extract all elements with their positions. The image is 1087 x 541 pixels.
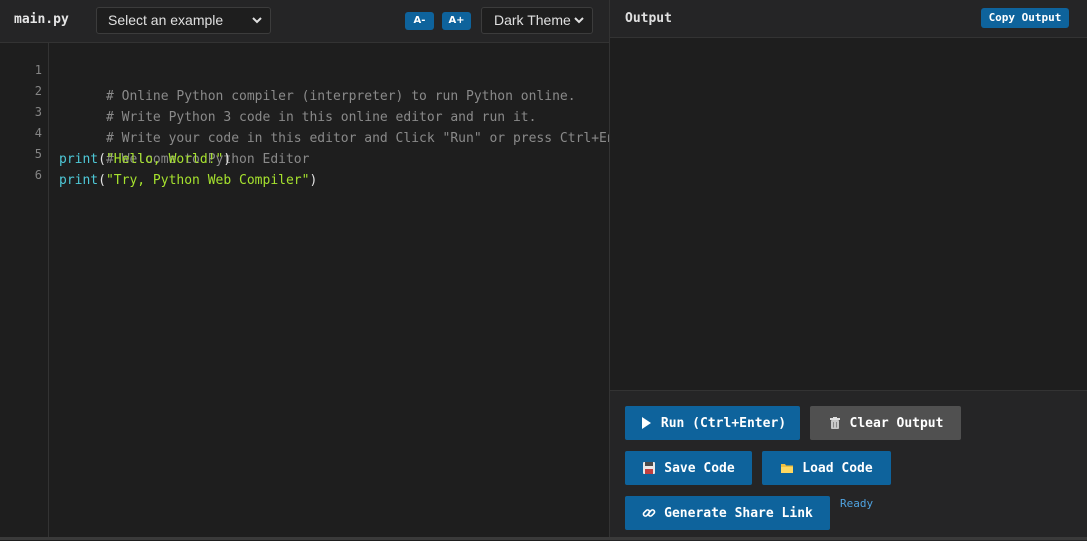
example-select-value: Select an example (108, 12, 224, 28)
code-paren: ( (98, 173, 106, 188)
line-number: 2 (34, 84, 42, 98)
copy-output-button[interactable]: Copy Output (981, 8, 1069, 28)
theme-select-value: Dark Theme (494, 12, 571, 28)
clear-output-button[interactable]: Clear Output (810, 406, 961, 440)
code-line: print("Try, Python Web Compiler") (59, 170, 317, 191)
code-line: # Write Python 3 code in this online edi… (59, 86, 536, 125)
code-function: print (59, 173, 99, 188)
code-paren: ( (98, 152, 106, 167)
code-line: # Online Python compiler (interpreter) t… (59, 65, 576, 104)
trash-icon (828, 416, 842, 430)
line-number-gutter: 1 2 3 4 5 6 (0, 43, 49, 540)
load-code-button-label: Load Code (802, 460, 873, 476)
folder-icon (780, 461, 794, 475)
clear-output-button-label: Clear Output (849, 415, 944, 431)
play-icon (639, 416, 653, 430)
output-title: Output (625, 11, 672, 26)
font-decrease-button[interactable]: A- (405, 12, 434, 30)
floppy-disk-icon (642, 461, 656, 475)
theme-select[interactable]: Dark Theme (481, 7, 593, 34)
editor-header: main.py Select an example A- A+ Dark The… (0, 0, 609, 43)
link-icon (642, 506, 656, 520)
line-number: 6 (34, 168, 42, 182)
output-console[interactable] (610, 38, 1087, 390)
save-code-button[interactable]: Save Code (625, 451, 752, 485)
code-paren: ) (309, 173, 318, 188)
line-number: 3 (34, 105, 42, 119)
output-header: Output Copy Output (610, 0, 1087, 38)
code-line: print("Hello, World!") (59, 149, 231, 170)
output-pane: Output Copy Output Run (Ctrl+Enter) Clea… (610, 0, 1087, 541)
code-string: "Try, Python Web Compiler" (105, 173, 310, 188)
run-button[interactable]: Run (Ctrl+Enter) (625, 406, 800, 440)
file-name: main.py (14, 12, 69, 27)
example-select[interactable]: Select an example (96, 7, 271, 34)
generate-share-link-button[interactable]: Generate Share Link (625, 496, 830, 530)
controls-panel: Run (Ctrl+Enter) Clear Output Save Code … (610, 390, 1087, 541)
code-line: # Write your code in this editor and Cli… (59, 107, 609, 146)
editor-pane: main.py Select an example A- A+ Dark The… (0, 0, 610, 540)
generate-share-link-button-label: Generate Share Link (664, 505, 813, 521)
load-code-button[interactable]: Load Code (762, 451, 891, 485)
code-function: print (59, 152, 99, 167)
chevron-down-icon (574, 17, 584, 24)
line-number: 4 (34, 126, 42, 140)
status-text: Ready (840, 497, 874, 510)
line-number: 1 (34, 63, 42, 77)
code-line: # Welcome to Python Editor (59, 128, 310, 167)
code-paren: ) (223, 152, 232, 167)
save-code-button-label: Save Code (664, 460, 735, 476)
code-editor[interactable]: # Online Python compiler (interpreter) t… (59, 43, 609, 540)
font-increase-button[interactable]: A+ (442, 12, 471, 30)
line-number: 5 (34, 147, 42, 161)
code-string: "Hello, World!" (105, 152, 224, 167)
chevron-down-icon (252, 17, 262, 24)
run-button-label: Run (Ctrl+Enter) (660, 415, 787, 431)
